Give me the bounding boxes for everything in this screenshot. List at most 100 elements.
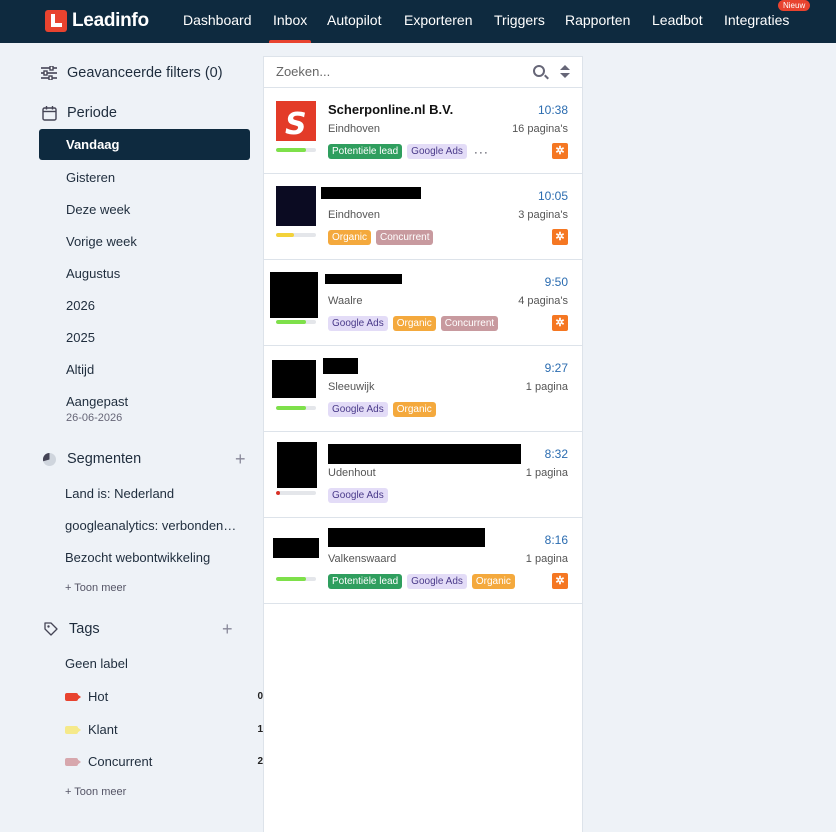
segments-header: Segmenten — [40, 450, 141, 468]
nav-inbox[interactable]: Inbox — [268, 12, 312, 43]
tag-item-hot[interactable]: Hot 0 — [65, 689, 263, 704]
company-city: Eindhoven — [328, 123, 380, 135]
tag-item-klant[interactable]: Klant 1 — [65, 722, 263, 737]
period-title: Periode — [67, 105, 117, 121]
period-today[interactable]: Vandaag — [39, 129, 250, 160]
leadinfo-logo[interactable]: Leadinfo — [45, 9, 149, 33]
tag-name: Hot — [88, 689, 109, 704]
lead-score-bar — [276, 406, 316, 410]
calendar-icon — [40, 104, 58, 122]
nav-dashboard[interactable]: Dashboard — [183, 12, 252, 28]
period-last-week[interactable]: Vorige week — [66, 234, 137, 249]
page-count: 3 pagina's — [518, 209, 568, 221]
page-count: 16 pagina's — [512, 123, 568, 135]
company-city: Sleeuwijk — [328, 381, 375, 393]
segment-item[interactable]: googleanalytics: verbonden… — [65, 518, 236, 533]
search-icon[interactable] — [533, 65, 545, 77]
add-tag-button[interactable]: + — [222, 619, 233, 640]
segment-item[interactable]: Land is: Nederland — [65, 486, 174, 501]
lead-row[interactable]: Scherponline.nl B.V. 10:38 Eindhoven 16 … — [264, 88, 582, 174]
hubspot-icon[interactable]: ✲ — [552, 229, 568, 245]
lead-row[interactable]: 8:16 Valkenswaard 1 pagina Potentiële le… — [264, 518, 582, 604]
hubspot-icon[interactable]: ✲ — [552, 315, 568, 331]
lead-score-fill — [276, 233, 294, 237]
nav-exporteren[interactable]: Exporteren — [404, 12, 472, 28]
visit-time: 8:16 — [544, 533, 568, 547]
company-logo — [273, 538, 319, 558]
lead-row[interactable]: 9:50 Waalre 4 pagina's Google Ads Organi… — [264, 260, 582, 346]
redacted-company-name — [321, 187, 421, 199]
lead-score-bar — [276, 233, 316, 237]
page-count: 4 pagina's — [518, 295, 568, 307]
period-this-week[interactable]: Deze week — [66, 202, 130, 217]
tag-chip: Potentiële lead — [328, 574, 403, 589]
lead-score-fill — [276, 491, 280, 495]
redacted-company-name — [328, 528, 485, 547]
company-city: Eindhoven — [328, 209, 380, 221]
more-tags-icon[interactable]: ··· — [474, 145, 489, 159]
redacted-company-name — [323, 358, 358, 374]
pie-chart-icon — [40, 450, 58, 468]
company-city: Udenhout — [328, 467, 376, 479]
lead-tags: Organic Concurrent — [328, 230, 434, 245]
nav-leadbot[interactable]: Leadbot — [652, 12, 703, 28]
company-logo — [277, 442, 317, 488]
lead-score-fill — [276, 577, 306, 581]
tag-chip: Organic — [328, 230, 372, 245]
period-always[interactable]: Altijd — [66, 362, 94, 377]
tags-show-more[interactable]: + Toon meer — [65, 786, 126, 798]
tag-chip: Google Ads — [328, 316, 388, 331]
tag-chip: Concurrent — [376, 230, 434, 245]
add-segment-button[interactable]: + — [235, 449, 246, 470]
lead-row[interactable]: 10:05 Eindhoven 3 pagina's Organic Concu… — [264, 174, 582, 260]
period-2026[interactable]: 2026 — [66, 298, 95, 313]
tag-item-concurrent[interactable]: Concurrent 2 — [65, 754, 263, 769]
visit-time: 10:38 — [537, 103, 568, 117]
company-logo — [270, 272, 318, 318]
tag-name: Klant — [88, 722, 118, 737]
visit-time: 9:50 — [544, 275, 568, 289]
period-today-label: Vandaag — [66, 137, 120, 152]
tag-chip: Google Ads — [407, 574, 467, 589]
tag-color-swatch — [65, 692, 81, 701]
sort-icon[interactable] — [560, 65, 570, 79]
company-city: Waalre — [328, 295, 363, 307]
period-yesterday[interactable]: Gisteren — [66, 170, 115, 185]
advanced-filters-label: Geavanceerde filters (0) — [67, 65, 223, 81]
tag-name: Concurrent — [88, 754, 153, 769]
leadinfo-logo-icon — [45, 10, 67, 32]
lead-tags: Google Ads Organic — [328, 402, 436, 417]
tag-chip: Google Ads — [328, 402, 388, 417]
period-august[interactable]: Augustus — [66, 266, 120, 281]
hubspot-icon[interactable]: ✲ — [552, 573, 568, 589]
nav-integraties[interactable]: Integraties — [724, 12, 789, 28]
hubspot-icon[interactable]: ✲ — [552, 143, 568, 159]
tag-chip: Concurrent — [440, 316, 499, 331]
nav-rapporten[interactable]: Rapporten — [565, 12, 630, 28]
segments-show-more[interactable]: + Toon meer — [65, 582, 126, 594]
page-count: 1 pagina — [525, 467, 568, 479]
company-logo — [276, 186, 316, 226]
tag-chip: Organic — [471, 574, 515, 589]
lead-tags: Potentiële lead Google Ads Organic — [328, 574, 515, 589]
tag-chip: Organic — [392, 316, 436, 331]
tag-color-swatch — [65, 725, 81, 734]
sliders-icon — [40, 64, 58, 82]
period-2025[interactable]: 2025 — [66, 330, 95, 345]
lead-tags: Google Ads — [328, 488, 388, 503]
redacted-company-name — [325, 274, 402, 284]
lead-score-fill — [276, 148, 306, 152]
nav-triggers[interactable]: Triggers — [494, 12, 545, 28]
advanced-filters[interactable]: Geavanceerde filters (0) — [40, 64, 223, 82]
lead-row[interactable]: 9:27 Sleeuwijk 1 pagina Google Ads Organ… — [264, 346, 582, 432]
segment-item[interactable]: Bezocht webontwikkeling — [65, 550, 210, 565]
lead-score-bar — [276, 491, 316, 495]
lead-tags: Google Ads Organic Concurrent — [328, 316, 499, 331]
search-input[interactable] — [276, 64, 516, 79]
tag-chip: Google Ads — [328, 488, 388, 503]
lead-row[interactable]: 8:32 Udenhout 1 pagina Google Ads — [264, 432, 582, 518]
lead-score-bar — [276, 577, 316, 581]
tag-none[interactable]: Geen label — [65, 656, 128, 671]
nav-autopilot[interactable]: Autopilot — [327, 12, 381, 28]
period-custom[interactable]: Aangepast — [66, 394, 128, 409]
